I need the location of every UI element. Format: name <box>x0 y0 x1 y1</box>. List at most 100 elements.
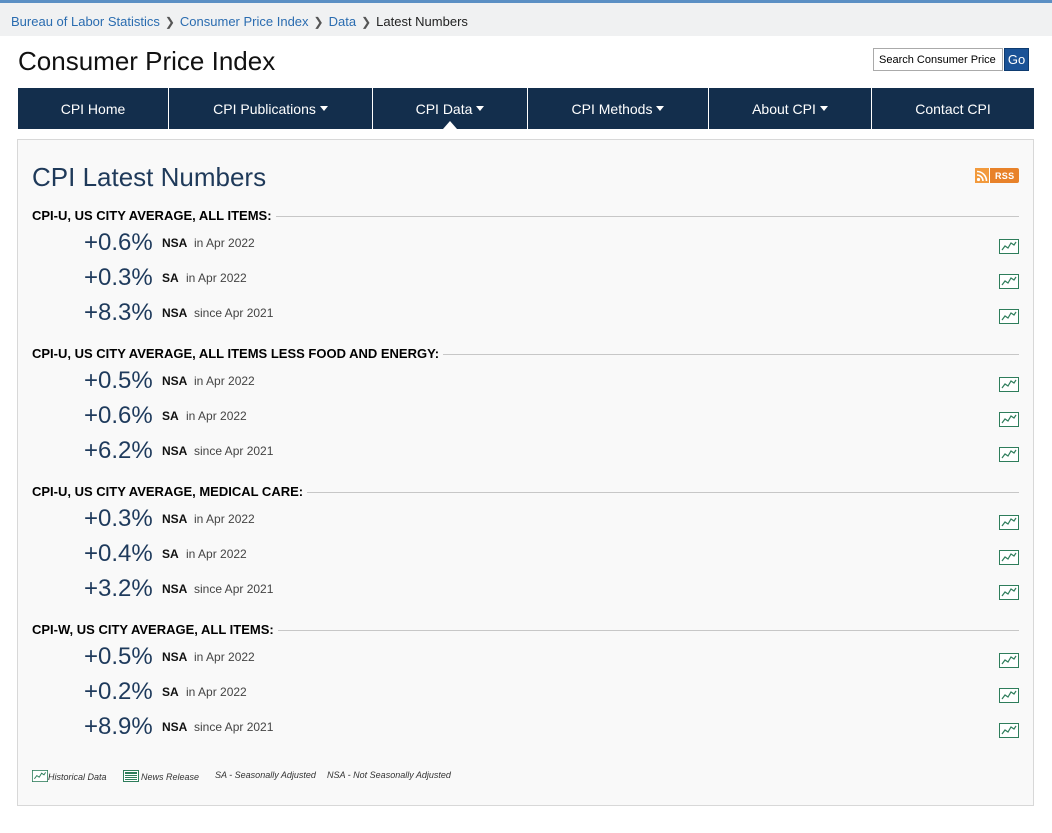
historical-data-chart-icon[interactable] <box>999 412 1019 427</box>
stat-row: +0.6% NSA in Apr 2022 <box>32 223 1019 258</box>
percent-value: +0.5% <box>84 367 153 394</box>
stat-row: +0.5% NSA in Apr 2022 <box>32 637 1019 672</box>
percent-value: +3.2% <box>84 575 153 602</box>
historical-data-chart-icon[interactable] <box>999 309 1019 324</box>
legend-news-label: News Release <box>141 772 200 782</box>
section-title: CPI-U, US CITY AVERAGE, MEDICAL CARE: <box>32 484 308 499</box>
legend-news: News Release <box>123 770 199 782</box>
historical-data-chart-icon[interactable] <box>999 377 1019 392</box>
breadcrumb: Bureau of Labor Statistics ❯ Consumer Pric… <box>11 14 468 29</box>
nav-label: CPI Data <box>415 100 473 117</box>
nav-label: CPI Methods <box>571 100 653 117</box>
nav-about-cpi[interactable]: About CPI <box>709 88 872 129</box>
breadcrumb-data-link[interactable]: Data <box>329 14 356 29</box>
rss-label: RSS <box>995 170 1015 181</box>
historical-data-chart-icon[interactable] <box>999 688 1019 703</box>
period-label: since Apr 2021 <box>194 582 274 596</box>
stat-row: +6.2% NSA since Apr 2021 <box>32 431 1019 466</box>
nav-cpi-data[interactable]: CPI Data <box>373 88 528 129</box>
section-title: CPI-U, US CITY AVERAGE, ALL ITEMS: <box>32 208 276 223</box>
adjustment-label: NSA <box>162 444 188 458</box>
adjustment-label: SA <box>162 271 179 285</box>
percent-value: +0.3% <box>84 505 153 532</box>
period-label: in Apr 2022 <box>194 374 255 388</box>
stat-row: +0.5% NSA in Apr 2022 <box>32 361 1019 396</box>
percent-value: +6.2% <box>84 437 153 464</box>
adjustment-label: SA <box>162 547 179 561</box>
search-input[interactable] <box>873 48 1003 71</box>
period-label: since Apr 2021 <box>194 720 274 734</box>
stat-row: +8.3% NSA since Apr 2021 <box>32 293 1019 328</box>
historical-data-chart-icon <box>32 770 48 782</box>
period-label: in Apr 2022 <box>186 409 247 423</box>
stat-row: +3.2% NSA since Apr 2021 <box>32 569 1019 604</box>
nav-cpi-publications[interactable]: CPI Publications <box>169 88 373 129</box>
latest-numbers-panel: CPI Latest Numbers RSS CPI-U, US CITY AV… <box>17 139 1034 806</box>
caret-down-icon <box>656 106 665 111</box>
adjustment-label: SA <box>162 409 179 423</box>
search-go-button[interactable]: Go <box>1004 48 1029 71</box>
historical-data-chart-icon[interactable] <box>999 550 1019 565</box>
breadcrumb-separator: ❯ <box>361 15 372 29</box>
caret-down-icon <box>476 106 485 111</box>
active-indicator-arrow <box>443 121 457 129</box>
percent-value: +8.9% <box>84 713 153 740</box>
percent-value: +0.6% <box>84 402 153 429</box>
stat-row: +0.3% NSA in Apr 2022 <box>32 499 1019 534</box>
breadcrumb-separator: ❯ <box>313 15 324 29</box>
caret-down-icon <box>819 106 828 111</box>
period-label: in Apr 2022 <box>194 650 255 664</box>
breadcrumb-separator: ❯ <box>164 15 175 29</box>
historical-data-chart-icon[interactable] <box>999 585 1019 600</box>
period-label: since Apr 2021 <box>194 306 274 320</box>
historical-data-chart-icon[interactable] <box>999 274 1019 289</box>
period-label: since Apr 2021 <box>194 444 274 458</box>
period-label: in Apr 2022 <box>186 271 247 285</box>
percent-value: +0.3% <box>84 264 153 291</box>
cpi-section: CPI-U, US CITY AVERAGE, ALL ITEMS LESS F… <box>32 345 1019 466</box>
historical-data-chart-icon[interactable] <box>999 447 1019 462</box>
legend-historical: Historical Data <box>32 770 107 782</box>
nav-label: CPI Home <box>60 100 126 117</box>
rss-feed-icon <box>975 168 990 183</box>
cpi-section: CPI-W, US CITY AVERAGE, ALL ITEMS: +0.5%… <box>32 621 1019 742</box>
legend-sa: SA - Seasonally Adjusted <box>215 770 316 780</box>
historical-data-chart-icon[interactable] <box>999 653 1019 668</box>
stat-row: +0.6% SA in Apr 2022 <box>32 396 1019 431</box>
rss-button[interactable]: RSS <box>975 168 1019 183</box>
nav-cpi-home[interactable]: CPI Home <box>18 88 169 129</box>
percent-value: +8.3% <box>84 299 153 326</box>
caret-down-icon <box>319 106 328 111</box>
period-label: in Apr 2022 <box>194 236 255 250</box>
percent-value: +0.6% <box>84 229 153 256</box>
stat-row: +0.3% SA in Apr 2022 <box>32 258 1019 293</box>
historical-data-chart-icon[interactable] <box>999 239 1019 254</box>
stat-row: +8.9% NSA since Apr 2021 <box>32 707 1019 742</box>
nav-contact-cpi[interactable]: Contact CPI <box>872 88 1034 129</box>
main-nav: CPI Home CPI Publications CPI Data CPI M… <box>18 88 1034 129</box>
cpi-section: CPI-U, US CITY AVERAGE, MEDICAL CARE: +0… <box>32 483 1019 604</box>
period-label: in Apr 2022 <box>194 512 255 526</box>
period-label: in Apr 2022 <box>186 547 247 561</box>
adjustment-label: NSA <box>162 650 188 664</box>
adjustment-label: NSA <box>162 236 188 250</box>
percent-value: +0.5% <box>84 643 153 670</box>
period-label: in Apr 2022 <box>186 685 247 699</box>
breadcrumb-bls-link[interactable]: Bureau of Labor Statistics <box>11 14 160 29</box>
nav-label: About CPI <box>752 100 816 117</box>
nav-cpi-methods[interactable]: CPI Methods <box>528 88 709 129</box>
panel-title: CPI Latest Numbers <box>32 162 267 192</box>
percent-value: +0.2% <box>84 678 153 705</box>
nav-label: CPI Publications <box>213 100 316 117</box>
breadcrumb-current: Latest Numbers <box>376 14 468 29</box>
cpi-section: CPI-U, US CITY AVERAGE, ALL ITEMS: +0.6%… <box>32 207 1019 328</box>
breadcrumb-bar: Bureau of Labor Statistics ❯ Consumer Pric… <box>0 0 1052 36</box>
nav-label: Contact CPI <box>915 100 991 117</box>
breadcrumb-cpi-link[interactable]: Consumer Price Index <box>180 14 309 29</box>
historical-data-chart-icon[interactable] <box>999 515 1019 530</box>
stat-row: +0.4% SA in Apr 2022 <box>32 534 1019 569</box>
stat-row: +0.2% SA in Apr 2022 <box>32 672 1019 707</box>
section-title: CPI-U, US CITY AVERAGE, ALL ITEMS LESS F… <box>32 346 444 361</box>
legend-historical-label: Historical Data <box>48 772 107 782</box>
historical-data-chart-icon[interactable] <box>999 723 1019 738</box>
